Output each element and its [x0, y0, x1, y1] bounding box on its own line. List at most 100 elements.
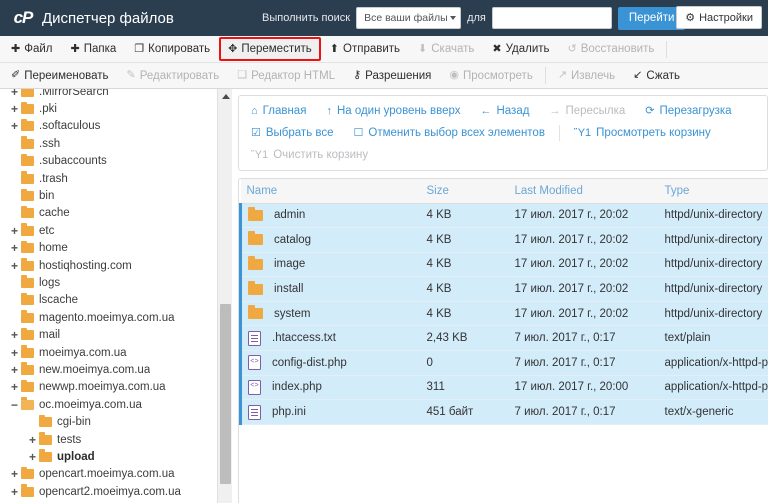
- cell-name[interactable]: index.php: [239, 375, 421, 401]
- tree-item[interactable]: .ssh: [0, 135, 232, 152]
- cell-name[interactable]: image: [239, 252, 421, 278]
- tree-item[interactable]: + hostiqhosting.com: [0, 257, 232, 274]
- expand-icon[interactable]: +: [8, 120, 21, 132]
- tree-vertical-scrollbar[interactable]: [217, 89, 232, 503]
- tree-item[interactable]: .trash: [0, 170, 232, 187]
- tree-item[interactable]: magento.moeimya.com.ua: [0, 309, 232, 326]
- toolbar-button-label: Файл: [24, 43, 53, 55]
- tree-item[interactable]: + moeimya.com.ua: [0, 344, 232, 361]
- tree-item[interactable]: cache: [0, 205, 232, 222]
- folder-icon: [39, 449, 52, 462]
- tree-item[interactable]: bin: [0, 187, 232, 204]
- toolbar-button-папка[interactable]: ✚ Папка: [62, 38, 126, 60]
- toolbar-button-переместить[interactable]: ✥ Переместить: [219, 37, 321, 61]
- tree-item[interactable]: + .MirrorSearch: [0, 89, 232, 100]
- tree-item[interactable]: + new.moeimya.com.ua: [0, 361, 232, 378]
- toolbar-button-отправить[interactable]: ⬆ Отправить: [321, 38, 409, 60]
- table-row[interactable]: image 4 KB 17 июл. 2017 г., 20:02 httpd/uni…: [239, 252, 768, 278]
- tree-item[interactable]: + newwp.moeimya.com.ua: [0, 379, 232, 396]
- nav-divider: [558, 125, 560, 141]
- file-table: Name Size Last Modified Type admin 4 KB 17…: [239, 179, 768, 425]
- folder-icon: [21, 397, 34, 410]
- cell-name[interactable]: php.ini: [239, 399, 421, 425]
- column-header-type[interactable]: Type: [658, 179, 768, 204]
- table-row[interactable]: catalog 4 KB 17 июл. 2017 г., 20:02 httpd/u…: [239, 227, 768, 253]
- expand-icon[interactable]: +: [8, 381, 21, 393]
- tree-item[interactable]: + tests: [0, 431, 232, 448]
- tree-item[interactable]: cgi-bin: [0, 413, 232, 430]
- tree-item[interactable]: + .softaculous: [0, 118, 232, 135]
- tree-item[interactable]: + opencart.moeimya.com.ua: [0, 466, 232, 483]
- tree-item[interactable]: + mail: [0, 326, 232, 343]
- tree-item[interactable]: + .pki: [0, 100, 232, 117]
- table-row[interactable]: .htaccess.txt 2,43 KB 7 июл. 2017 г., 0:17…: [239, 325, 768, 352]
- toolbar-button-сжать[interactable]: ↙ Сжать: [624, 65, 689, 87]
- collapse-icon[interactable]: −: [8, 399, 21, 411]
- cell-type: httpd/unix-directory: [658, 276, 768, 302]
- tree-item[interactable]: lscache: [0, 292, 232, 309]
- cell-name[interactable]: system: [239, 301, 421, 327]
- search-input[interactable]: [491, 7, 612, 29]
- nav-button-главная[interactable]: ⌂ Главная: [241, 101, 316, 121]
- expand-icon[interactable]: +: [8, 225, 21, 237]
- toolbar-button-копировать[interactable]: ❐ Копировать: [125, 38, 219, 60]
- column-header-modified[interactable]: Last Modified: [508, 179, 659, 204]
- cell-name[interactable]: admin: [239, 203, 421, 229]
- table-row[interactable]: system 4 KB 17 июл. 2017 г., 20:02 httpd/un…: [239, 301, 768, 327]
- toolbar-button-файл[interactable]: ✚ Файл: [2, 38, 62, 60]
- expand-icon[interactable]: +: [8, 242, 21, 254]
- expand-icon[interactable]: +: [26, 451, 39, 463]
- text-file-icon: [248, 330, 261, 346]
- expand-icon[interactable]: +: [8, 103, 21, 115]
- tree-item[interactable]: .subaccounts: [0, 153, 232, 170]
- nav-button-просмотреть-корзину[interactable]: Ὕ1 Просмотреть корзину: [564, 123, 721, 143]
- toolbar-button-label: Разрешения: [365, 69, 432, 82]
- nav-button-отменить-выбор-всех-элементов[interactable]: ☐ Отменить выбор всех элементов: [344, 123, 555, 143]
- table-row[interactable]: config-dist.php 07 июл. 2017 г., 0:17appl…: [239, 350, 768, 376]
- search-scope-select[interactable]: Все ваши файлы: [356, 7, 462, 29]
- scroll-up-arrow-icon[interactable]: [218, 89, 232, 104]
- tree-item[interactable]: + upload: [0, 448, 232, 465]
- toolbar-divider: [544, 67, 546, 84]
- nav-button-перезагрузка[interactable]: ⟳ Перезагрузка: [635, 101, 741, 121]
- navigation-panel: ⌂ Главная ↑ На один уровень вверх ← Назад → Пер…: [238, 95, 768, 171]
- nav-button-на-один-уровень-вверх[interactable]: ↑ На один уровень вверх: [316, 101, 470, 121]
- cell-size: 4 KB: [420, 301, 509, 327]
- expand-icon[interactable]: +: [8, 260, 21, 272]
- cell-name[interactable]: config-dist.php: [239, 350, 421, 376]
- expand-icon[interactable]: +: [8, 364, 21, 376]
- expand-icon[interactable]: +: [8, 329, 21, 341]
- table-row[interactable]: php.ini 451 байт 7 июл. 2017 г., 0:17 text/…: [239, 399, 768, 425]
- table-row[interactable]: admin 4 KB 17 июл. 2017 г., 20:02 httpd/uni…: [239, 203, 768, 229]
- column-header-name[interactable]: Name: [240, 179, 421, 204]
- tree-item[interactable]: + home: [0, 240, 232, 257]
- expand-icon[interactable]: +: [8, 89, 21, 98]
- nav-button-выбрать-все[interactable]: ☑ Выбрать все: [241, 123, 344, 143]
- expand-icon[interactable]: +: [26, 434, 39, 446]
- table-row[interactable]: install 4 KB 17 июл. 2017 г., 20:02 httpd/u…: [239, 276, 768, 302]
- toolbar-button-разрешения[interactable]: ⚷ Разрешения: [344, 65, 440, 87]
- toolbar-button-удалить[interactable]: ✖ Удалить: [483, 38, 558, 60]
- expand-icon[interactable]: +: [8, 468, 21, 480]
- unchecked-box-icon: ☐: [353, 126, 364, 139]
- settings-button[interactable]: ⚙ Настройки: [676, 6, 762, 29]
- column-header-size[interactable]: Size: [420, 179, 509, 204]
- scrollbar-thumb[interactable]: [220, 304, 231, 484]
- table-row[interactable]: index.php 31117 июл. 2017 г., 20:00applic…: [239, 375, 768, 401]
- expand-icon[interactable]: +: [8, 486, 21, 498]
- cell-name[interactable]: install: [239, 276, 421, 302]
- nav-button-назад[interactable]: ← Назад: [470, 101, 539, 121]
- tree-item[interactable]: + etc: [0, 222, 232, 239]
- cell-name[interactable]: .htaccess.txt: [239, 325, 421, 352]
- nav-button-label: Просмотреть корзину: [596, 127, 711, 139]
- expand-icon[interactable]: +: [8, 347, 21, 359]
- toolbar-button-переименовать[interactable]: ✐ Переименовать: [2, 65, 118, 87]
- tree-item[interactable]: − oc.moeimya.com.ua: [0, 396, 232, 413]
- tree-item[interactable]: logs: [0, 274, 232, 291]
- toolbar-button-label: Восстановить: [580, 43, 655, 55]
- cell-name[interactable]: catalog: [239, 227, 421, 253]
- tree-item[interactable]: + opencart2.moeimya.com.ua: [0, 483, 232, 500]
- cell-modified: 17 июл. 2017 г., 20:02: [508, 301, 659, 327]
